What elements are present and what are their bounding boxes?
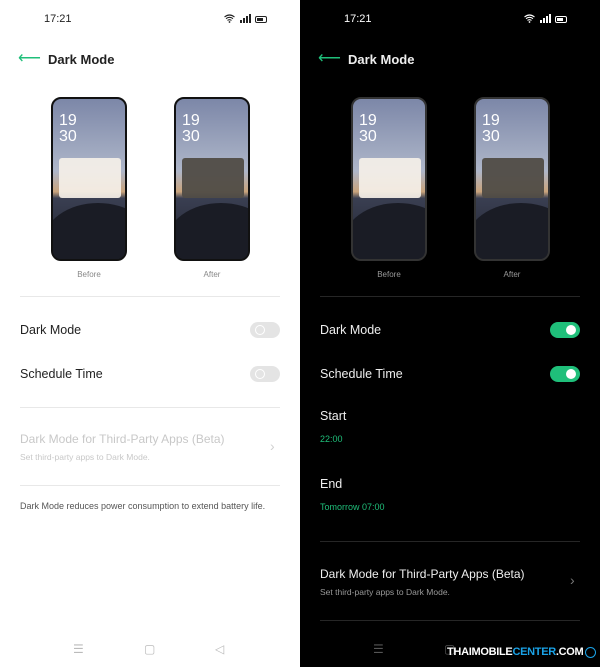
schedule-time-toggle[interactable] — [550, 366, 580, 382]
preview-card — [59, 158, 121, 198]
chevron-right-icon: › — [270, 438, 275, 454]
preview-clock: 19 30 — [59, 112, 77, 145]
third-party-subtitle: Set third-party apps to Dark Mode. — [20, 452, 150, 462]
status-time: 17:21 — [344, 13, 372, 25]
watermark-part2: CENTER — [512, 646, 556, 658]
preview-after: 19 30 — [174, 97, 250, 261]
preview-clock: 19 30 — [182, 112, 200, 145]
third-party-subtitle: Set third-party apps to Dark Mode. — [320, 587, 450, 597]
status-bar: 17:21 — [300, 13, 600, 27]
third-party-title: Dark Mode for Third-Party Apps (Beta) — [320, 567, 525, 581]
chevron-right-icon: › — [570, 572, 575, 588]
battery-icon — [555, 16, 567, 23]
header: ⟵ Dark Mode — [300, 49, 600, 71]
home-icon[interactable]: ▢ — [144, 642, 155, 656]
start-label: Start — [320, 409, 347, 423]
menu-icon[interactable]: ☰ — [73, 642, 84, 656]
preview-card — [359, 158, 421, 198]
wifi-icon — [224, 14, 235, 25]
preview-before: 19 30 — [51, 97, 127, 261]
preview-hill — [53, 203, 125, 259]
dark-mode-label: Dark Mode — [320, 323, 382, 337]
preview-card — [482, 158, 544, 198]
toggle-knob — [255, 369, 265, 379]
watermark-part1: THAIMOBILE — [447, 646, 513, 658]
menu-icon[interactable]: ☰ — [373, 642, 384, 656]
after-label: After — [203, 270, 221, 279]
preview-card — [182, 158, 244, 198]
watermark-part3: .COM — [555, 646, 584, 658]
divider — [20, 296, 280, 297]
wifi-icon — [524, 14, 535, 25]
preview-after: 19 30 — [474, 97, 550, 261]
light-screen: 17:21 ⟵ Dark Mode 19 30 19 30 Before Aft… — [0, 0, 300, 667]
schedule-time-toggle[interactable] — [250, 366, 280, 382]
divider — [320, 296, 580, 297]
watermark: THAIMOBILECENTER.COM — [447, 646, 597, 658]
preview-hill — [476, 203, 548, 259]
toggle-knob — [255, 325, 265, 335]
signal-icon — [539, 14, 551, 25]
divider — [320, 620, 580, 621]
third-party-title: Dark Mode for Third-Party Apps (Beta) — [20, 432, 225, 446]
header: ⟵ Dark Mode — [0, 49, 300, 71]
back-triangle-icon[interactable]: ◁ — [215, 642, 224, 656]
arrow-left-icon[interactable]: ⟵ — [318, 49, 341, 69]
preview-hill — [176, 203, 248, 259]
footnote: Dark Mode reduces power consumption to e… — [20, 501, 266, 511]
dark-mode-toggle[interactable] — [250, 322, 280, 338]
start-value: 22:00 — [320, 434, 343, 444]
divider — [320, 541, 580, 542]
arrow-left-icon[interactable]: ⟵ — [18, 49, 41, 69]
signal-icon — [239, 14, 251, 25]
after-label: After — [503, 270, 521, 279]
page-title: Dark Mode — [48, 52, 115, 67]
before-label: Before — [77, 270, 101, 279]
preview-clock: 19 30 — [359, 112, 377, 145]
preview-before: 19 30 — [351, 97, 427, 261]
divider — [20, 407, 280, 408]
schedule-time-label: Schedule Time — [320, 367, 403, 381]
dark-mode-toggle[interactable] — [550, 322, 580, 338]
before-label: Before — [377, 270, 401, 279]
toggle-knob — [566, 325, 576, 335]
preview-clock: 19 30 — [482, 112, 500, 145]
divider — [20, 485, 280, 486]
status-time: 17:21 — [44, 13, 72, 25]
schedule-time-label: Schedule Time — [20, 367, 103, 381]
status-bar: 17:21 — [0, 13, 300, 27]
preview-hill — [353, 203, 425, 259]
end-value: Tomorrow 07:00 — [320, 502, 385, 512]
dark-mode-label: Dark Mode — [20, 323, 82, 337]
page-title: Dark Mode — [348, 52, 415, 67]
dark-screen: 17:21 ⟵ Dark Mode 19 30 19 30 Before Aft… — [300, 0, 600, 667]
battery-icon — [255, 16, 267, 23]
watermark-logo-icon — [585, 646, 597, 658]
toggle-knob — [566, 369, 576, 379]
nav-bar: ☰ ▢ ◁ — [0, 642, 300, 656]
end-label: End — [320, 477, 343, 491]
